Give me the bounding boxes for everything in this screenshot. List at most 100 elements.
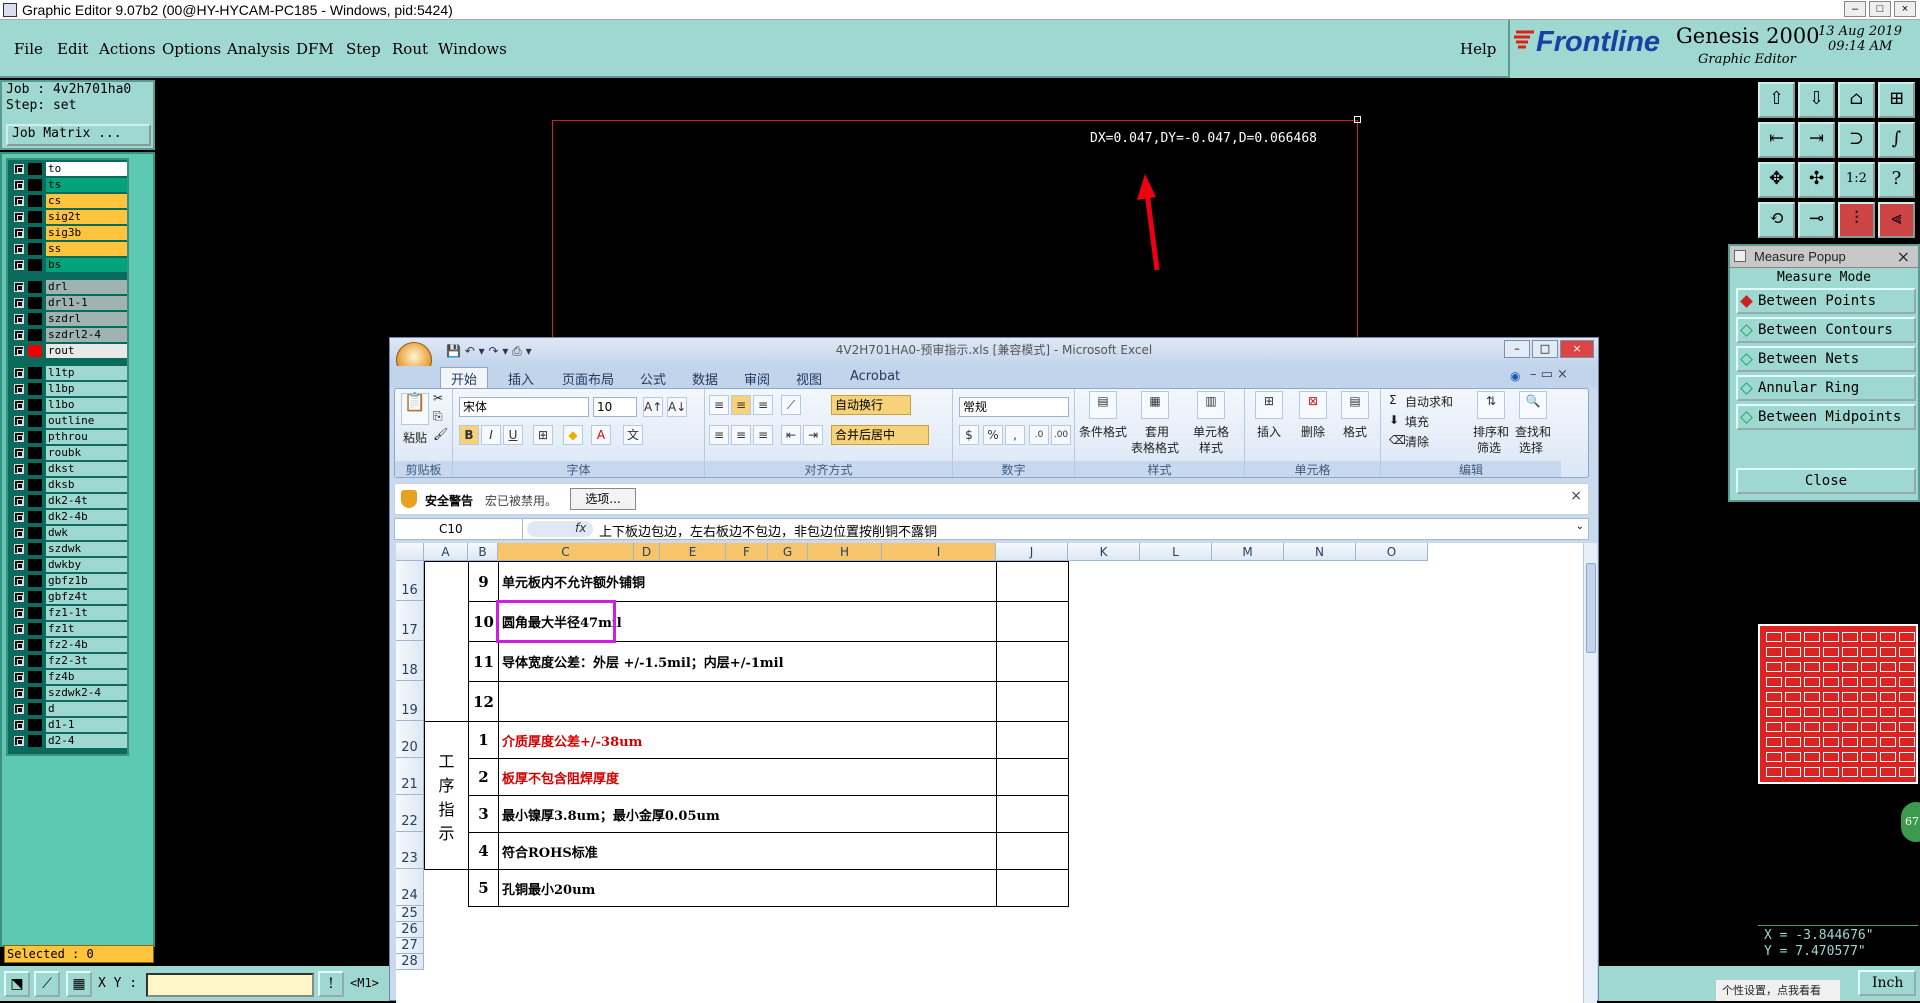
layer-checkbox[interactable]	[14, 656, 24, 666]
tab-page-layout[interactable]: 页面布局	[562, 369, 614, 388]
layer-row[interactable]: drl1-1	[10, 296, 127, 310]
layer-row[interactable]: sig3b	[10, 226, 127, 240]
table-format-icon[interactable]: ▦	[1141, 391, 1169, 419]
layer-checkbox[interactable]	[14, 298, 24, 308]
layer-checkbox[interactable]	[14, 544, 24, 554]
ratio-icon[interactable]: 1:2	[1838, 162, 1875, 198]
layer-color-swatch[interactable]	[28, 719, 42, 731]
mode-between-nets[interactable]: Between Nets	[1736, 346, 1916, 372]
copy-icon[interactable]: ⎘	[433, 409, 443, 424]
row-header[interactable]: 20	[396, 721, 424, 758]
item-number-cell[interactable]: 4	[468, 832, 499, 870]
autosum-label[interactable]: 自动求和	[1405, 393, 1453, 410]
clear-label[interactable]: 清除	[1405, 433, 1429, 450]
mode-between-points[interactable]: Between Points	[1736, 288, 1916, 314]
layer-color-swatch[interactable]	[28, 687, 42, 699]
menu-rout[interactable]: Rout	[392, 40, 428, 58]
layer-color-swatch[interactable]	[28, 703, 42, 715]
col-header[interactable]: D	[634, 543, 660, 561]
layer-color-swatch[interactable]	[28, 671, 42, 683]
item-number-cell[interactable]: 1	[468, 721, 499, 759]
minimize-button[interactable]: –	[1844, 1, 1866, 17]
comma-icon[interactable]: ,	[1005, 425, 1025, 445]
name-box[interactable]: C10	[395, 519, 523, 539]
row-header[interactable]: 28	[396, 954, 424, 970]
layer-color-swatch[interactable]	[28, 623, 42, 635]
mode-between-midpoints[interactable]: Between Midpoints	[1736, 404, 1916, 430]
layer-color-swatch[interactable]	[28, 345, 42, 357]
layer-row[interactable]: rout	[10, 344, 127, 358]
layer-color-swatch[interactable]	[28, 559, 42, 571]
layer-color-swatch[interactable]	[28, 463, 42, 475]
orientation-icon[interactable]: ⟋	[781, 395, 801, 415]
align-right-icon[interactable]: ≡	[753, 425, 773, 445]
align-bottom-icon[interactable]: ≡	[753, 395, 773, 415]
layer-checkbox[interactable]	[14, 260, 24, 270]
table-format-label-2[interactable]: 表格格式	[1131, 439, 1179, 456]
layer-color-swatch[interactable]	[28, 163, 42, 175]
paste-icon[interactable]: 📋	[401, 393, 429, 425]
tab-formulas[interactable]: 公式	[640, 369, 666, 388]
row-header[interactable]: 21	[396, 758, 424, 795]
item-text-cell[interactable]: 导体宽度公差：外层 +/-1.5mil；内层+/-1mil	[498, 641, 997, 682]
layer-color-swatch[interactable]	[28, 479, 42, 491]
layer-checkbox[interactable]	[14, 228, 24, 238]
layer-checkbox[interactable]	[14, 592, 24, 602]
layer-color-swatch[interactable]	[28, 735, 42, 747]
tab-view[interactable]: 视图	[796, 369, 822, 388]
decrease-indent-icon[interactable]: ⇤	[781, 425, 801, 445]
row-header[interactable]: 18	[396, 641, 424, 681]
layer-color-swatch[interactable]	[28, 431, 42, 443]
layer-row[interactable]: bs	[10, 258, 127, 272]
layer-checkbox[interactable]	[14, 720, 24, 730]
layer-color-swatch[interactable]	[28, 575, 42, 587]
format-cells-label[interactable]: 格式	[1343, 423, 1367, 440]
layer-color-swatch[interactable]	[28, 591, 42, 603]
col-header[interactable]: O	[1356, 543, 1428, 561]
menu-file[interactable]: File	[14, 40, 43, 58]
tab-acrobat[interactable]: Acrobat	[850, 369, 900, 384]
row-header[interactable]: 17	[396, 601, 424, 641]
decrease-decimal-icon[interactable]: .00	[1051, 425, 1071, 445]
row-header[interactable]: 16	[396, 561, 424, 601]
help-icon[interactable]: ?	[1878, 162, 1915, 198]
conditional-format-label[interactable]: 条件格式	[1079, 423, 1127, 440]
remark-cell[interactable]	[996, 832, 1069, 870]
layer-checkbox[interactable]	[14, 346, 24, 356]
route-icon[interactable]: ∫	[1878, 122, 1915, 158]
font-color-icon[interactable]: A	[591, 425, 611, 445]
conditional-format-icon[interactable]: ▤	[1089, 391, 1117, 419]
layer-row[interactable]: dwk	[10, 526, 127, 540]
autosum-icon[interactable]: Σ	[1389, 393, 1397, 407]
layer-row[interactable]: l1tp	[10, 366, 127, 380]
layer-color-swatch[interactable]	[28, 447, 42, 459]
layer-row[interactable]: outline	[10, 414, 127, 428]
clear-icon[interactable]: ⌫	[1389, 433, 1406, 447]
border-icon[interactable]: ⊞	[533, 425, 553, 445]
layer-checkbox[interactable]	[14, 282, 24, 292]
layer-color-swatch[interactable]	[28, 527, 42, 539]
item-text-cell[interactable]: 最小镍厚3.8um；最小金厚0.05um	[498, 795, 997, 833]
panel-overview-map[interactable]	[1758, 624, 1918, 784]
layer-row[interactable]: dk2-4t	[10, 494, 127, 508]
phonetic-icon[interactable]: 文	[623, 425, 643, 445]
font-size-select[interactable]: 10	[593, 397, 637, 417]
remark-cell[interactable]	[996, 721, 1069, 759]
fill-label[interactable]: 填充	[1405, 413, 1429, 430]
home-icon[interactable]: ⌂	[1838, 82, 1875, 118]
find-select-label-1[interactable]: 查找和	[1515, 423, 1551, 440]
item-number-cell[interactable]: 5	[468, 869, 499, 907]
ime-hint[interactable]: 个性设置，点我看看	[1716, 980, 1840, 1001]
shrink-font-icon[interactable]: A↓	[667, 397, 687, 417]
tab-data[interactable]: 数据	[692, 369, 718, 388]
insert-cells-label[interactable]: 插入	[1257, 423, 1281, 440]
increase-decimal-icon[interactable]: .0	[1029, 425, 1049, 445]
filter-icon[interactable]: ⫷	[1878, 202, 1915, 238]
layer-color-swatch[interactable]	[28, 639, 42, 651]
row-header[interactable]: 25	[396, 906, 424, 922]
fill-color-icon[interactable]: ◆	[563, 425, 583, 445]
format-cells-icon[interactable]: ▤	[1341, 391, 1369, 419]
job-matrix-button[interactable]: Job Matrix ...	[6, 124, 151, 146]
item-text-cell[interactable]: 孔铜最小20um	[498, 869, 997, 907]
insert-cells-icon[interactable]: ⊞	[1255, 391, 1283, 419]
